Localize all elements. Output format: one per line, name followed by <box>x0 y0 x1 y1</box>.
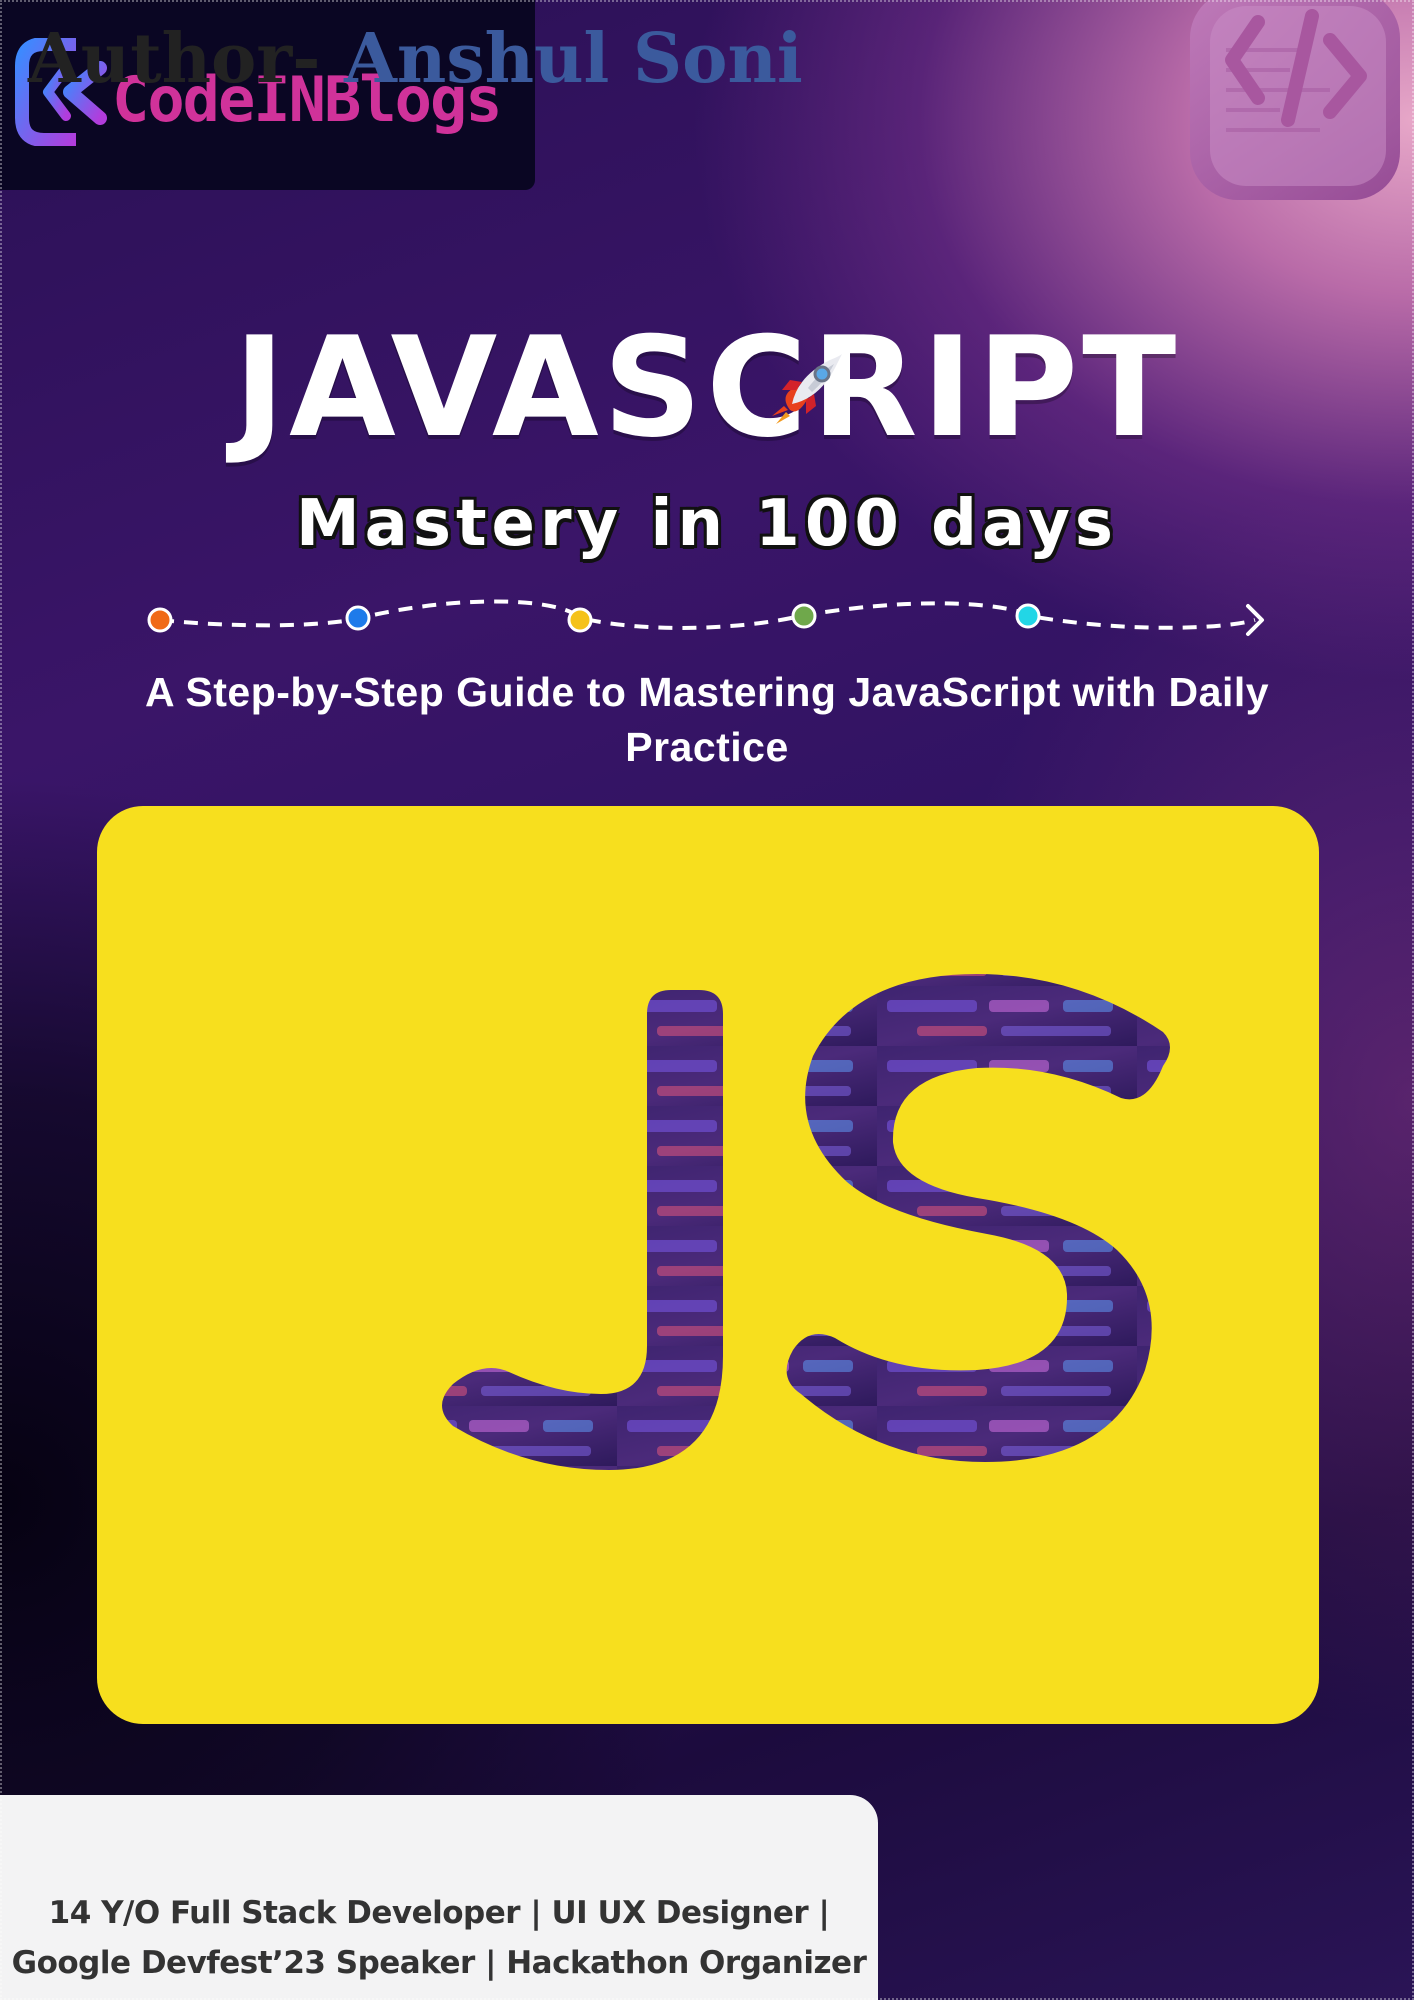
author-bio-line-2: Google Devfest’23 Speaker | Hackathon Or… <box>11 1945 867 1981</box>
book-tagline: A Step-by-Step Guide to Mastering JavaSc… <box>144 669 1270 770</box>
timeline-decoration <box>147 599 1264 636</box>
rocket-icon <box>772 354 842 424</box>
code-tag-icon <box>1190 0 1400 200</box>
timeline-dot <box>791 603 817 629</box>
author-heading: Author- Anshul Soni <box>28 14 803 104</box>
book-title: JAVASCRIPT <box>233 307 1181 468</box>
timeline-dot <box>345 605 371 631</box>
js-logo-card <box>97 806 1319 1724</box>
timeline-dot <box>147 607 173 633</box>
timeline-dot <box>567 607 593 633</box>
book-cover: CodeINBlogs JAVASCRIPT Mastery in 100 da… <box>0 0 1414 2000</box>
timeline-dot <box>1015 603 1041 629</box>
author-bio-line-1: 14 Y/O Full Stack Developer | UI UX Desi… <box>48 1895 830 1931</box>
author-prefix: Author- <box>28 19 321 99</box>
book-subtitle: Mastery in 100 days <box>295 487 1119 561</box>
author-name: Anshul Soni <box>344 19 803 99</box>
